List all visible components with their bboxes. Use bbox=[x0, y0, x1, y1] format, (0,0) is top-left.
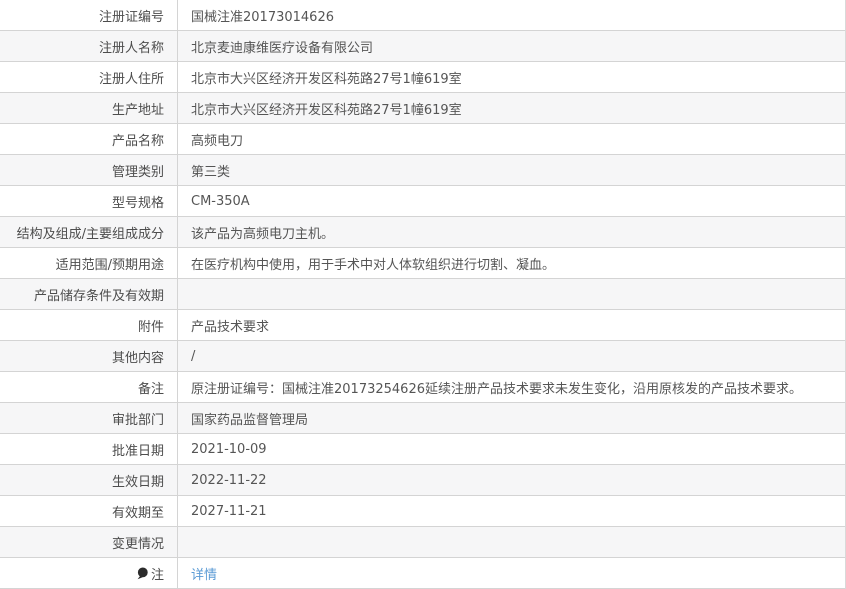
row-label: 产品储存条件及有效期 bbox=[0, 279, 178, 309]
speech-bubble-icon bbox=[136, 567, 149, 580]
table-row: 型号规格 CM-350A bbox=[0, 186, 845, 217]
row-label: 注册人住所 bbox=[0, 62, 178, 92]
row-value: 高频电刀 bbox=[191, 133, 244, 149]
row-value: 2021-10-09 bbox=[191, 441, 267, 457]
row-value: 详情 bbox=[178, 558, 845, 588]
row-label: 其他内容 bbox=[0, 341, 178, 371]
row-label: 批准日期 bbox=[0, 434, 178, 464]
row-label: 审批部门 bbox=[0, 403, 178, 433]
row-label-text: 变更情况 bbox=[111, 536, 164, 552]
row-label-text: 批准日期 bbox=[111, 443, 164, 459]
row-value: 2027-11-21 bbox=[191, 503, 267, 519]
row-label-text: 管理类别 bbox=[111, 164, 164, 180]
table-row: 附件 产品技术要求 bbox=[0, 310, 845, 341]
table-row: 变更情况 bbox=[0, 527, 845, 558]
table-row: 其他内容 / bbox=[0, 341, 845, 372]
row-label: 管理类别 bbox=[0, 155, 178, 185]
row-value: 第三类 bbox=[191, 164, 231, 180]
row-label-text: 注册证编号 bbox=[98, 9, 164, 25]
row-label-text: 其他内容 bbox=[111, 350, 164, 366]
row-label-text: 审批部门 bbox=[111, 412, 164, 428]
row-label: 注册证编号 bbox=[0, 0, 178, 30]
row-label: 注 bbox=[0, 558, 178, 588]
row-label: 产品名称 bbox=[0, 124, 178, 154]
table-row: 有效期至 2027-11-21 bbox=[0, 496, 845, 527]
row-value: 国械注准20173014626 bbox=[191, 9, 334, 25]
row-label-text: 生效日期 bbox=[111, 474, 164, 490]
row-label: 结构及组成/主要组成成分 bbox=[0, 217, 178, 247]
row-label: 型号规格 bbox=[0, 186, 178, 216]
row-label: 注册人名称 bbox=[0, 31, 178, 61]
table-row: 批准日期 2021-10-09 bbox=[0, 434, 845, 465]
row-label: 生产地址 bbox=[0, 93, 178, 123]
table-row: 注 详情 bbox=[0, 558, 845, 589]
row-label-text: 适用范围/预期用途 bbox=[55, 257, 164, 273]
row-label: 适用范围/预期用途 bbox=[0, 248, 178, 278]
row-label-text: 产品名称 bbox=[111, 133, 164, 149]
row-value: 在医疗机构中使用，用于手术中对人体软组织进行切割、凝血。 bbox=[191, 257, 556, 273]
row-label: 备注 bbox=[0, 372, 178, 402]
details-link[interactable]: 详情 bbox=[191, 564, 217, 583]
table-row: 结构及组成/主要组成成分 该产品为高频电刀主机。 bbox=[0, 217, 845, 248]
row-label-text: 注 bbox=[150, 567, 164, 583]
row-label: 变更情况 bbox=[0, 527, 178, 557]
row-label-text: 结构及组成/主要组成成分 bbox=[16, 226, 164, 242]
table-row: 产品储存条件及有效期 bbox=[0, 279, 845, 310]
row-label-text: 附件 bbox=[137, 319, 164, 335]
row-label: 有效期至 bbox=[0, 496, 178, 526]
table-row: 备注 原注册证编号：国械注准20173254626延续注册产品技术要求未发生变化… bbox=[0, 372, 845, 403]
table-row: 生效日期 2022-11-22 bbox=[0, 465, 845, 496]
table-row: 生产地址 北京市大兴区经济开发区科苑路27号1幢619室 bbox=[0, 93, 845, 124]
row-label-text: 产品储存条件及有效期 bbox=[33, 288, 164, 304]
row-value: 北京市大兴区经济开发区科苑路27号1幢619室 bbox=[191, 71, 462, 87]
row-label: 附件 bbox=[0, 310, 178, 340]
row-value bbox=[178, 527, 845, 557]
table-row: 审批部门 国家药品监督管理局 bbox=[0, 403, 845, 434]
row-value: 该产品为高频电刀主机。 bbox=[191, 226, 335, 242]
row-value: 2022-11-22 bbox=[191, 472, 267, 488]
row-label-text: 生产地址 bbox=[111, 102, 164, 118]
row-value bbox=[178, 279, 845, 309]
row-label-text: 备注 bbox=[137, 381, 164, 397]
row-label: 生效日期 bbox=[0, 465, 178, 495]
row-value: 产品技术要求 bbox=[191, 319, 270, 335]
table-row: 注册人住所 北京市大兴区经济开发区科苑路27号1幢619室 bbox=[0, 62, 845, 93]
row-value: 北京市大兴区经济开发区科苑路27号1幢619室 bbox=[191, 102, 462, 118]
row-label-text: 型号规格 bbox=[111, 195, 164, 211]
table-row: 管理类别 第三类 bbox=[0, 155, 845, 186]
row-value: / bbox=[191, 348, 196, 364]
row-value: 国家药品监督管理局 bbox=[191, 412, 309, 428]
row-label-text: 注册人名称 bbox=[98, 40, 164, 56]
row-value: 原注册证编号：国械注准20173254626延续注册产品技术要求未发生变化，沿用… bbox=[191, 381, 802, 397]
table-row: 产品名称 高频电刀 bbox=[0, 124, 845, 155]
table-row: 注册人名称 北京麦迪康维医疗设备有限公司 bbox=[0, 31, 845, 62]
row-value: 北京麦迪康维医疗设备有限公司 bbox=[191, 40, 374, 56]
registration-detail-table: 注册证编号 国械注准20173014626 注册人名称 北京麦迪康维医疗设备有限… bbox=[0, 0, 846, 589]
row-value: CM-350A bbox=[191, 193, 250, 209]
table-row: 适用范围/预期用途 在医疗机构中使用，用于手术中对人体软组织进行切割、凝血。 bbox=[0, 248, 845, 279]
row-label-text: 注册人住所 bbox=[98, 71, 164, 87]
table-row: 注册证编号 国械注准20173014626 bbox=[0, 0, 845, 31]
row-label-text: 有效期至 bbox=[111, 505, 164, 521]
